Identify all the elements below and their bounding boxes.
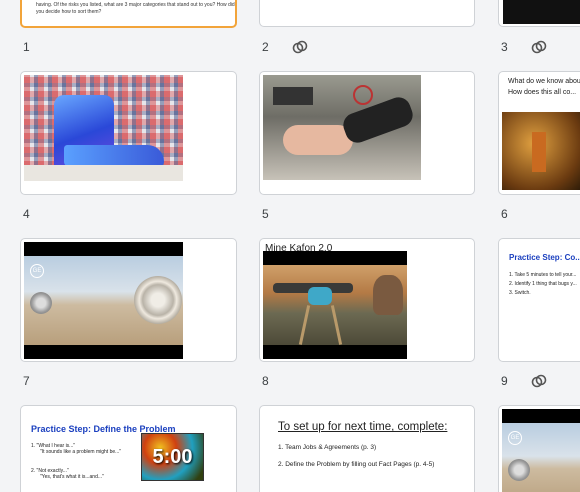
slide-thumbnail-11[interactable]: To set up for next time, complete: 1. Te… xyxy=(259,405,475,492)
slide-thumbnail-8[interactable]: Mine Kafon 2.0 xyxy=(259,238,475,362)
slide-8-video-image xyxy=(263,251,407,359)
slide-9-item-3: 3. Switch. xyxy=(509,290,531,296)
slide-9-heading: Practice Step: Co... xyxy=(509,253,580,262)
slide-thumbnail-4[interactable] xyxy=(20,71,237,195)
slide-4-image xyxy=(24,75,183,181)
slide-thumbnail-5[interactable] xyxy=(259,71,475,195)
slide-thumbnail-1[interactable]: 3. List risks or dangers these places (f… xyxy=(20,0,237,28)
slide-thumbnail-2[interactable] xyxy=(259,0,475,27)
slide-9-item-1: 1. Take 5 minutes to tell your... xyxy=(509,272,577,278)
slide-thumbnail-9[interactable]: Practice Step: Co... 1. Take 5 minutes t… xyxy=(498,238,580,362)
slide-11-item-2: 2. Define the Problem by filling out Fac… xyxy=(278,461,435,468)
slide-number-6: 6 xyxy=(501,207,508,221)
slide-thumbnail-12[interactable]: GE xyxy=(498,405,580,492)
slide-thumbnail-3[interactable] xyxy=(498,0,580,27)
slide-number-9: 9 xyxy=(501,374,508,388)
slide-6-image xyxy=(502,112,580,190)
slide-number-2: 2 xyxy=(262,40,269,54)
linked-slide-icon[interactable] xyxy=(531,373,547,389)
slide-number-1: 1 xyxy=(23,40,30,54)
slide-10-item-2b: "Yes, that's what it is...and..." xyxy=(40,474,104,480)
slide-number-3: 3 xyxy=(501,40,508,54)
slide-number-7: 7 xyxy=(23,374,30,388)
slide-number-5: 5 xyxy=(262,207,269,221)
slide-number-4: 4 xyxy=(23,207,30,221)
slide-9-item-2: 2. Identify 1 thing that bugs y... xyxy=(509,281,577,287)
slide-7-video-image: GE xyxy=(24,242,183,359)
slide-3-image xyxy=(503,0,580,24)
slide-thumbnail-10[interactable]: Practice Step: Define the Problem 1. "Wh… xyxy=(20,405,237,492)
slide-5-image xyxy=(263,75,421,180)
slide-number-8: 8 xyxy=(262,374,269,388)
slide-11-heading: To set up for next time, complete: xyxy=(278,421,448,433)
linked-slide-icon[interactable] xyxy=(531,39,547,55)
slide-11-item-1: 1. Team Jobs & Agreements (p. 3) xyxy=(278,444,377,451)
slide-12-video-image: GE xyxy=(502,409,580,492)
slide-thumbnail-6[interactable]: What do we know about... How does this a… xyxy=(498,71,580,195)
slide-10-item-1b: "It sounds like a problem might be..." xyxy=(40,449,122,455)
slide-6-text: What do we know about... How does this a… xyxy=(508,78,580,96)
slide-1-text: 3. List risks or dangers these places (f… xyxy=(36,1,235,16)
linked-slide-icon[interactable] xyxy=(292,39,308,55)
slide-thumbnail-7[interactable]: GE xyxy=(20,238,237,362)
slide-10-timer: 5:00 xyxy=(141,433,204,481)
